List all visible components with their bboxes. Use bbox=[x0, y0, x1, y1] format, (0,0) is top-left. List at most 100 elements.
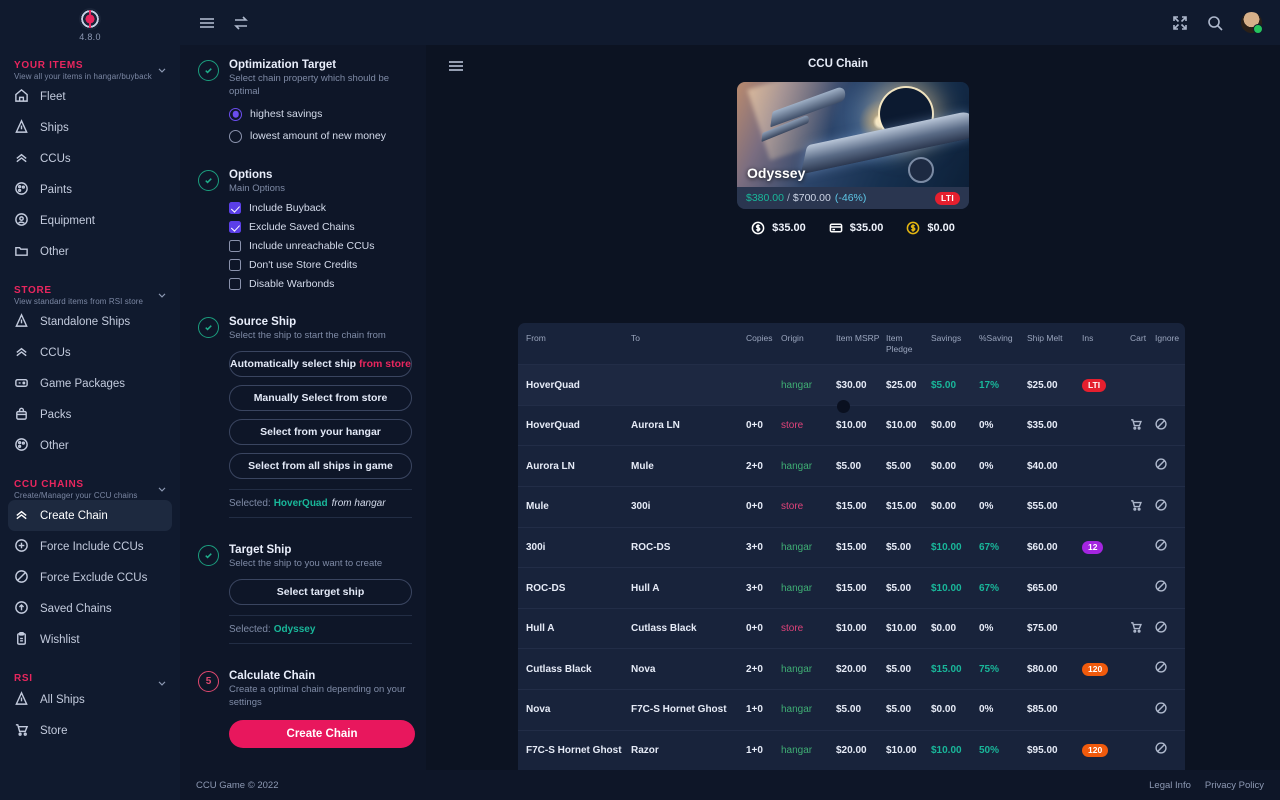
cart-icon[interactable] bbox=[1130, 418, 1143, 431]
sidebar-section-header[interactable]: YOUR ITEMS View all your items in hangar/… bbox=[0, 60, 180, 81]
checkbox-include-buyback[interactable]: Include Buyback bbox=[229, 202, 412, 215]
table-row[interactable]: 300i ROC-DS 3+0 hangar $15.00 $5.00 $10.00 67% $… bbox=[518, 526, 1185, 568]
column-header[interactable]: Copies bbox=[746, 323, 781, 365]
checkbox-exclude-saved-chains[interactable]: Exclude Saved Chains bbox=[229, 221, 412, 234]
sidebar-item-other[interactable]: Other bbox=[0, 236, 180, 267]
sidebar-item-all-ships[interactable]: All Ships bbox=[0, 684, 180, 715]
sidebar-item-store[interactable]: Store bbox=[0, 715, 180, 746]
sidebar-item-force-exclude-ccus[interactable]: Force Exclude CCUs bbox=[0, 562, 180, 593]
cell-ignore[interactable] bbox=[1155, 486, 1185, 528]
ban-icon[interactable] bbox=[1155, 458, 1168, 471]
sidebar-section-header[interactable]: CCU CHAINS Create/Manager your CCU chains bbox=[0, 479, 180, 500]
cell-ignore[interactable] bbox=[1155, 648, 1185, 690]
button-automatically-select-ship-from-store[interactable]: Automatically select ship from store bbox=[229, 351, 412, 378]
sidebar-item-game-packages[interactable]: Game Packages bbox=[0, 368, 180, 399]
column-header[interactable]: Savings bbox=[931, 323, 979, 365]
cell-ignore[interactable] bbox=[1155, 567, 1185, 609]
cell-cart[interactable] bbox=[1130, 404, 1155, 446]
avatar[interactable] bbox=[1241, 12, 1263, 34]
chevron-down-icon[interactable] bbox=[156, 289, 168, 301]
sidebar-item-ccus[interactable]: CCUs bbox=[0, 143, 180, 174]
sidebar-item-equipment[interactable]: Equipment bbox=[0, 205, 180, 236]
button-select-from-your-hangar[interactable]: Select from your hangar bbox=[229, 419, 412, 446]
sidebar-item-ships[interactable]: Ships bbox=[0, 112, 180, 143]
column-header[interactable]: Ignore bbox=[1155, 323, 1185, 365]
column-header[interactable]: To bbox=[631, 323, 746, 365]
column-header[interactable]: Item MSRP bbox=[836, 323, 886, 365]
checkbox-indicator[interactable] bbox=[229, 278, 241, 291]
table-row[interactable]: Hull A Cutlass Black 0+0 store $10.00 $10.00 $… bbox=[518, 607, 1185, 649]
ban-icon[interactable] bbox=[1155, 742, 1168, 755]
table-row[interactable]: HoverQuad Aurora LN 0+0 store $10.00 $10.00 $0… bbox=[518, 404, 1185, 446]
button-select-from-all-ships-in-game[interactable]: Select from all ships in game bbox=[229, 453, 412, 480]
search-icon[interactable] bbox=[1206, 14, 1224, 32]
sidebar-item-saved-chains[interactable]: Saved Chains bbox=[0, 593, 180, 624]
radio-indicator[interactable] bbox=[229, 129, 242, 143]
sidebar-item-other[interactable]: Other bbox=[0, 430, 180, 461]
table-row[interactable]: ROC-DS Hull A 3+0 hangar $15.00 $5.00 $10.00 67… bbox=[518, 567, 1185, 609]
column-header[interactable]: Ins bbox=[1082, 323, 1130, 365]
hamburger-icon[interactable] bbox=[198, 14, 216, 32]
checkbox-indicator[interactable] bbox=[229, 259, 241, 272]
radio-indicator[interactable] bbox=[229, 107, 242, 121]
sidebar-item-paints[interactable]: Paints bbox=[0, 174, 180, 205]
panel-menu-icon[interactable] bbox=[448, 58, 464, 79]
swap-arrows-icon[interactable] bbox=[232, 14, 250, 32]
checkbox-indicator[interactable] bbox=[229, 240, 241, 253]
footer-link-legal[interactable]: Legal Info bbox=[1149, 780, 1191, 791]
footer-link-privacy[interactable]: Privacy Policy bbox=[1205, 780, 1264, 791]
table-row[interactable]: Nova F7C-S Hornet Ghost 1+0 hangar $5.00 $5.0… bbox=[518, 689, 1185, 731]
ban-icon[interactable] bbox=[1155, 661, 1168, 674]
button-select-target-ship[interactable]: Select target ship bbox=[229, 579, 412, 606]
chevron-down-icon[interactable] bbox=[156, 677, 168, 689]
sidebar-section-header[interactable]: STORE View standard items from RSI store bbox=[0, 285, 180, 306]
ccu-chain-table[interactable]: From To Copies Origin Item MSRP Item Pledge Sa… bbox=[518, 323, 1185, 800]
sidebar-section-header[interactable]: RSI bbox=[0, 673, 180, 686]
cell-cart[interactable] bbox=[1130, 486, 1155, 528]
sidebar-item-wishlist[interactable]: Wishlist bbox=[0, 624, 180, 655]
button-manually-select-from-store[interactable]: Manually Select from store bbox=[229, 385, 412, 412]
cell-ignore[interactable] bbox=[1155, 607, 1185, 649]
sidebar-item-fleet[interactable]: Fleet bbox=[0, 81, 180, 112]
ban-icon[interactable] bbox=[1155, 702, 1168, 715]
cart-icon[interactable] bbox=[1130, 621, 1143, 634]
ban-icon[interactable] bbox=[1155, 621, 1168, 634]
column-header[interactable]: %Saving bbox=[979, 323, 1027, 365]
ban-icon[interactable] bbox=[1155, 418, 1168, 431]
column-header[interactable]: Item Pledge bbox=[886, 323, 931, 365]
sidebar-item-packs[interactable]: Packs bbox=[0, 399, 180, 430]
cell-ignore[interactable] bbox=[1155, 689, 1185, 731]
radio-lowest-amount-of-new-money[interactable]: lowest amount of new money bbox=[229, 129, 412, 143]
sidebar-item-create-chain[interactable]: Create Chain bbox=[8, 500, 172, 531]
column-header[interactable]: From bbox=[518, 323, 631, 365]
checkbox-don-t-use-store-credits[interactable]: Don't use Store Credits bbox=[229, 259, 412, 272]
cell-ignore[interactable] bbox=[1155, 404, 1185, 446]
sidebar-item-ccus[interactable]: CCUs bbox=[0, 337, 180, 368]
chevron-down-icon[interactable] bbox=[156, 483, 168, 495]
column-header[interactable]: Origin bbox=[781, 323, 836, 365]
table-row[interactable]: Mule 300i 0+0 store $15.00 $15.00 $0.00 0% $55.0… bbox=[518, 486, 1185, 528]
ban-icon[interactable] bbox=[1155, 580, 1168, 593]
column-header[interactable]: Cart bbox=[1130, 323, 1155, 365]
checkbox-indicator[interactable] bbox=[229, 221, 241, 234]
cell-ignore[interactable] bbox=[1155, 445, 1185, 487]
column-header[interactable]: Ship Melt bbox=[1027, 323, 1082, 365]
cart-icon[interactable] bbox=[1130, 499, 1143, 512]
checkbox-indicator[interactable] bbox=[229, 202, 241, 215]
sidebar-item-standalone-ships[interactable]: Standalone Ships bbox=[0, 306, 180, 337]
target-ship-card[interactable]: Odyssey $380.00 / $700.00 (-46%) LTI bbox=[737, 82, 969, 209]
sidebar-item-force-include-ccus[interactable]: Force Include CCUs bbox=[0, 531, 180, 562]
ban-icon[interactable] bbox=[1155, 499, 1168, 512]
radio-highest-savings[interactable]: highest savings bbox=[229, 107, 412, 121]
table-row[interactable]: Cutlass Black Nova 2+0 hangar $20.00 $5.00 $15… bbox=[518, 648, 1185, 690]
cell-cart[interactable] bbox=[1130, 607, 1155, 649]
checkbox-include-unreachable-ccus[interactable]: Include unreachable CCUs bbox=[229, 240, 412, 253]
table-row[interactable]: HoverQuad hangar $30.00 $25.00 $5.00 17% $25.0… bbox=[518, 364, 1185, 406]
table-row[interactable]: F7C-S Hornet Ghost Razor 1+0 hangar $20.00 $1… bbox=[518, 729, 1185, 771]
cell-ignore[interactable] bbox=[1155, 526, 1185, 568]
ban-icon[interactable] bbox=[1155, 539, 1168, 552]
chevron-down-icon[interactable] bbox=[156, 64, 168, 76]
table-row[interactable]: Aurora LN Mule 2+0 hangar $5.00 $5.00 $0.00 0% $… bbox=[518, 445, 1185, 487]
create-chain-button[interactable]: Create Chain bbox=[229, 719, 415, 748]
cell-ignore[interactable] bbox=[1155, 729, 1185, 771]
